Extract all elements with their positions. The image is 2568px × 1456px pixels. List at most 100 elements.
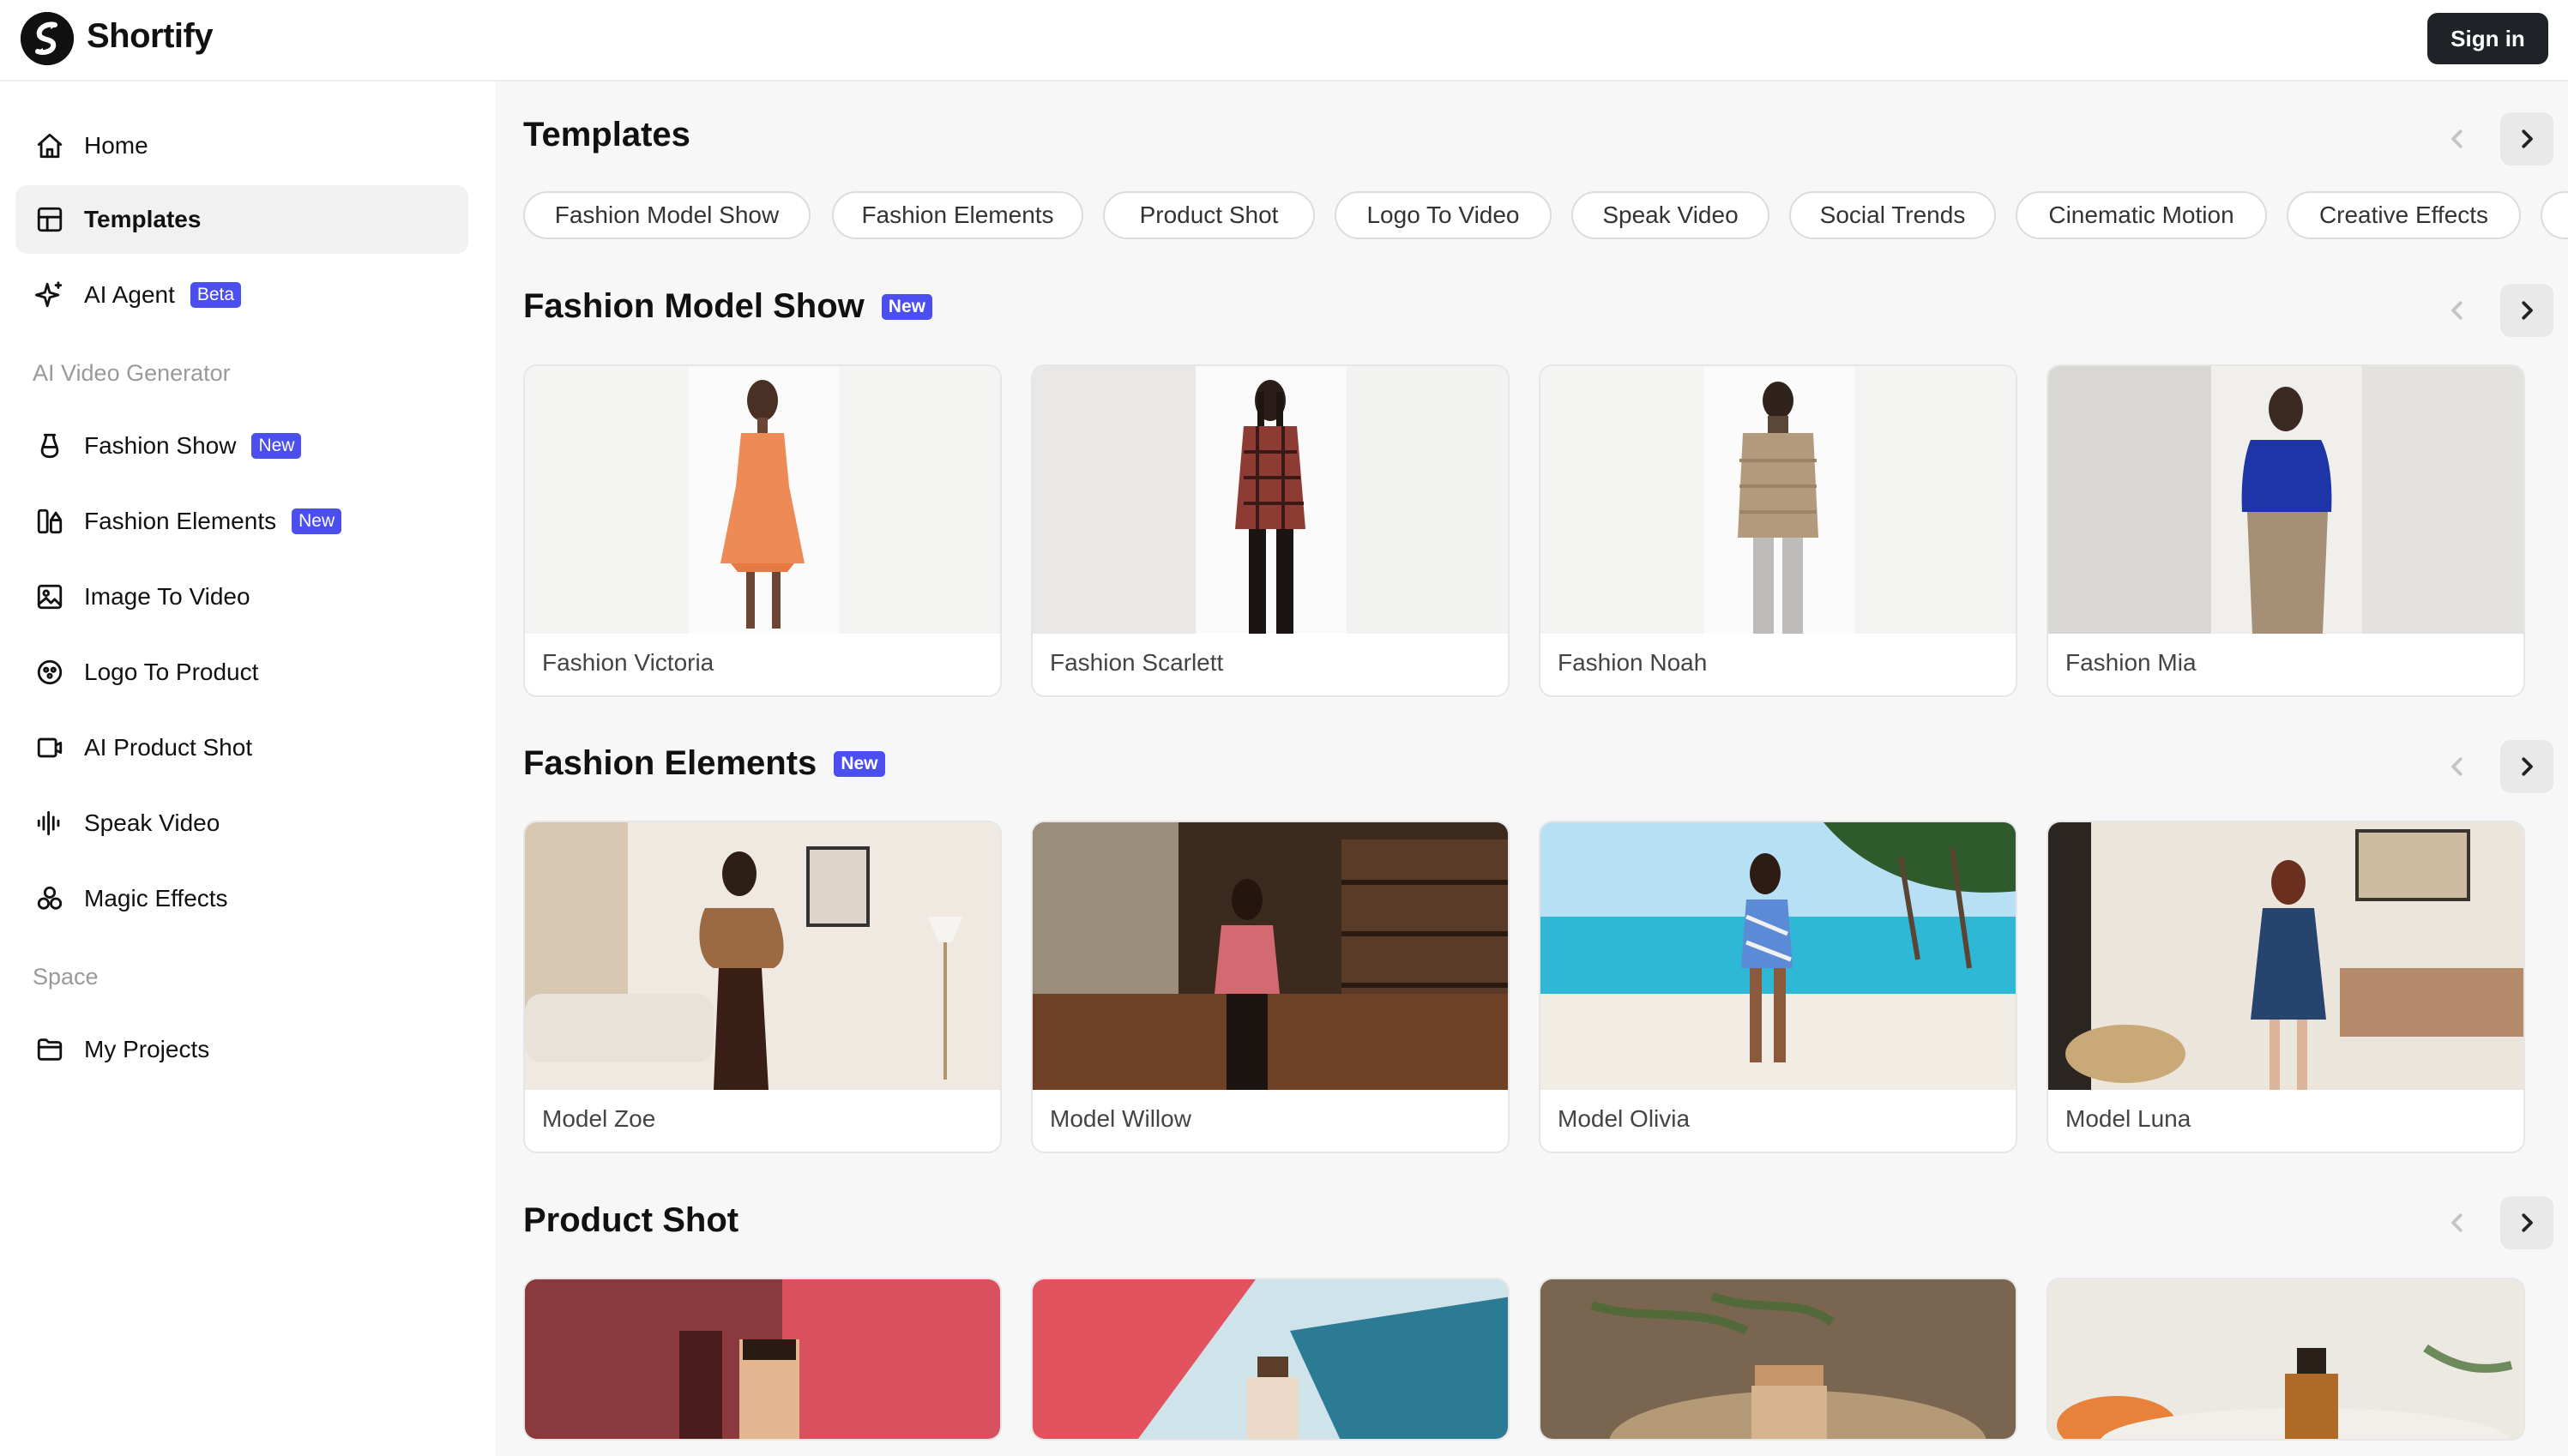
fashion-elements-next-button[interactable] xyxy=(2500,740,2553,793)
sidebar-item-speak-video[interactable]: Speak Video xyxy=(15,789,468,857)
template-card-model-willow[interactable]: Model Willow xyxy=(1031,821,1510,1153)
template-card-model-luna[interactable]: Model Luna xyxy=(2047,821,2525,1153)
chevron-right-icon xyxy=(2522,1213,2533,1232)
chip-creative-effects[interactable]: Creative Effects xyxy=(2287,191,2521,239)
card-caption: Model Olivia xyxy=(1558,1105,1691,1132)
sidebar-item-label: My Projects xyxy=(84,1036,210,1062)
model-living-room-image xyxy=(525,822,1000,1090)
model-beach-image xyxy=(1540,822,2016,1090)
card-caption: Fashion Scarlett xyxy=(1050,649,1224,676)
section-label-space: Space xyxy=(33,964,99,990)
chevron-right-icon xyxy=(2522,129,2533,148)
sign-in-button[interactable]: Sign in xyxy=(2427,13,2548,64)
template-card-model-olivia[interactable]: Model Olivia xyxy=(1539,821,2017,1153)
card-caption: Model Willow xyxy=(1050,1105,1191,1132)
card-thumbnail xyxy=(525,366,1000,634)
chip-logo-to-video[interactable]: Logo To Video xyxy=(1335,191,1552,239)
chip-speak-video[interactable]: Speak Video xyxy=(1571,191,1769,239)
template-card-product-jar[interactable] xyxy=(1539,1278,2017,1441)
template-card-fashion-mia[interactable]: Fashion Mia xyxy=(2047,364,2525,697)
chevron-left-icon xyxy=(2451,301,2463,320)
card-thumbnail xyxy=(2048,366,2523,634)
product-shot-title: Product Shot xyxy=(523,1201,738,1240)
template-card-fashion-scarlett[interactable]: Fashion Scarlett xyxy=(1031,364,1510,697)
card-thumbnail xyxy=(525,1279,1000,1439)
sidebar-item-label: AI Product Shot xyxy=(84,734,253,761)
product-shot-prev-button[interactable] xyxy=(2431,1196,2484,1249)
sidebar-item-magic-effects[interactable]: Magic Effects xyxy=(15,864,468,933)
card-caption: Model Luna xyxy=(2065,1105,2191,1132)
product-citrus-bottle-image xyxy=(2048,1279,2523,1439)
shortify-logo-icon[interactable] xyxy=(21,12,74,65)
product-perfume-image xyxy=(1033,1279,1508,1439)
sidebar-item-home[interactable]: Home xyxy=(15,111,468,180)
target-icon xyxy=(33,655,67,689)
new-badge: New xyxy=(881,293,932,320)
card-caption: Model Zoe xyxy=(542,1105,656,1132)
chevron-right-icon xyxy=(2522,757,2533,776)
fashion-model-show-prev-button[interactable] xyxy=(2431,284,2484,337)
template-card-product-lipstick[interactable] xyxy=(523,1278,1002,1441)
model-puffer-vest-image xyxy=(1540,366,2016,634)
fashion-elements-title-text: Fashion Elements xyxy=(523,744,817,782)
model-bedroom-image xyxy=(2048,822,2523,1090)
sidebar-item-fashion-show[interactable]: Fashion Show New xyxy=(15,412,468,480)
sidebar-item-templates[interactable]: Templates xyxy=(15,185,468,254)
sidebar-item-label: Home xyxy=(84,132,148,159)
sidebar-item-label: Templates xyxy=(84,206,202,232)
new-badge: New xyxy=(834,750,885,777)
card-thumbnail xyxy=(1540,1279,2016,1439)
card-thumbnail xyxy=(1033,822,1508,1090)
chip-product-shot[interactable]: Product Shot xyxy=(1103,191,1315,239)
card-thumbnail xyxy=(1033,1279,1508,1439)
card-caption: Fashion Victoria xyxy=(542,649,714,676)
card-thumbnail xyxy=(1540,366,2016,634)
sidebar-item-logo-to-product[interactable]: Logo To Product xyxy=(15,638,468,707)
template-card-fashion-noah[interactable]: Fashion Noah xyxy=(1539,364,2017,697)
chip-social-trends[interactable]: Social Trends xyxy=(1789,191,1996,239)
chip-more[interactable] xyxy=(2541,191,2568,239)
templates-prev-button[interactable] xyxy=(2431,112,2484,165)
chevron-left-icon xyxy=(2451,129,2463,148)
shapes-icon xyxy=(33,504,67,538)
fashion-elements-prev-button[interactable] xyxy=(2431,740,2484,793)
grid-icon xyxy=(33,202,67,237)
model-orange-dress-image xyxy=(525,366,1000,634)
chip-cinematic-motion[interactable]: Cinematic Motion xyxy=(2016,191,2267,239)
sidebar-item-image-to-video[interactable]: Image To Video xyxy=(15,563,468,631)
sidebar-item-ai-product-shot[interactable]: AI Product Shot xyxy=(15,713,468,782)
sidebar-item-label: Logo To Product xyxy=(84,659,259,685)
magic-icon xyxy=(33,881,67,916)
sidebar-item-ai-agent[interactable]: AI Agent Beta xyxy=(15,261,468,329)
template-card-product-perfume[interactable] xyxy=(1031,1278,1510,1441)
chip-fashion-model-show[interactable]: Fashion Model Show xyxy=(523,191,811,239)
card-thumbnail xyxy=(525,822,1000,1090)
dress-form-icon xyxy=(33,429,67,463)
sidebar-item-label: Speak Video xyxy=(84,809,220,836)
template-card-model-zoe[interactable]: Model Zoe xyxy=(523,821,1002,1153)
templates-next-button[interactable] xyxy=(2500,112,2553,165)
template-card-fashion-victoria[interactable]: Fashion Victoria xyxy=(523,364,1002,697)
sidebar-item-label: Image To Video xyxy=(84,583,250,610)
product-shot-next-button[interactable] xyxy=(2500,1196,2553,1249)
sidebar-item-my-projects[interactable]: My Projects xyxy=(15,1015,468,1084)
card-thumbnail xyxy=(1540,822,2016,1090)
product-jar-image xyxy=(1540,1279,2016,1439)
chip-fashion-elements[interactable]: Fashion Elements xyxy=(832,191,1083,239)
beta-badge: Beta xyxy=(190,282,242,308)
fashion-model-show-next-button[interactable] xyxy=(2500,284,2553,337)
section-label-ai-video-generator: AI Video Generator xyxy=(33,360,231,386)
waveform-icon xyxy=(33,806,67,840)
sidebar: Home Templates AI Agent Beta AI Video Ge… xyxy=(0,81,496,1456)
fashion-model-show-title-text: Fashion Model Show xyxy=(523,287,865,325)
fashion-model-show-title: Fashion Model Show New xyxy=(523,287,932,326)
image-icon xyxy=(33,580,67,614)
model-blue-blouse-image xyxy=(2048,366,2523,634)
product-shot-title-text: Product Shot xyxy=(523,1201,739,1239)
template-card-product-bottle[interactable] xyxy=(2047,1278,2525,1441)
brand-name[interactable]: Shortify xyxy=(87,17,214,56)
home-icon xyxy=(33,129,67,163)
templates-title-text: Templates xyxy=(523,116,690,153)
card-thumbnail xyxy=(1033,366,1508,634)
sidebar-item-fashion-elements[interactable]: Fashion Elements New xyxy=(15,487,468,556)
